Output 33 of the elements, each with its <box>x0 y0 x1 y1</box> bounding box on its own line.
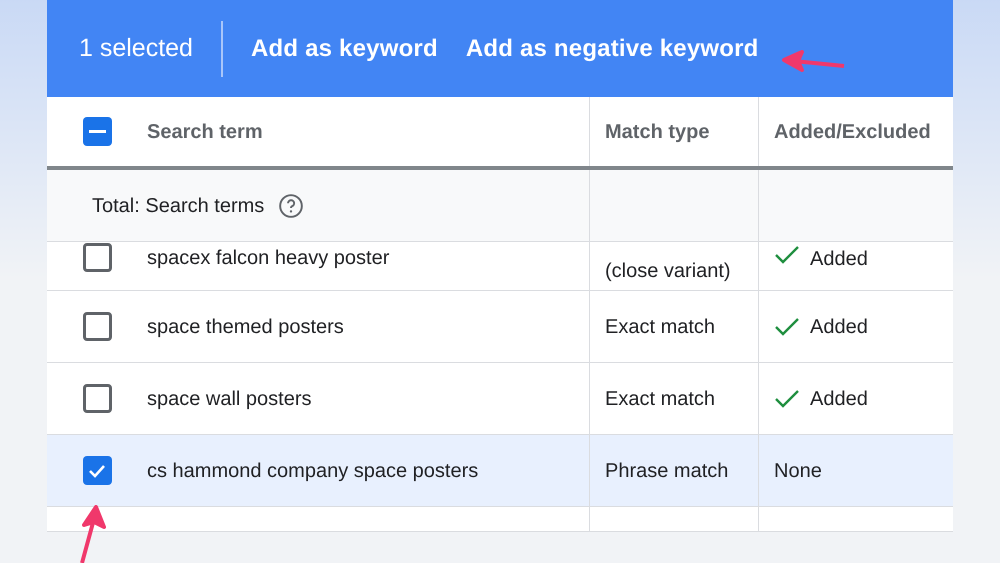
pointer-arrow <box>780 50 846 74</box>
column-header[interactable]: Search term <box>147 116 263 146</box>
match-type: Exact match <box>605 314 716 340</box>
table-row[interactable]: space wall posters Exact match Added <box>47 363 953 435</box>
match-type: (close variant) <box>605 259 731 284</box>
match-type: Phrase match <box>605 458 728 484</box>
status-text: Added <box>810 314 868 340</box>
action-button[interactable]: Add as negative keyword <box>466 30 759 66</box>
column-header[interactable]: Match type <box>605 116 710 146</box>
action-button[interactable]: Add as keyword <box>250 30 438 66</box>
status-text: None <box>774 458 822 484</box>
select-all-checkbox[interactable] <box>82 117 112 146</box>
check-icon <box>774 388 800 410</box>
check-icon <box>774 316 800 338</box>
table-row[interactable]: cs hammond company space posters Phrase match None <box>47 435 953 507</box>
total-label: Total: Search terms <box>92 194 264 218</box>
checkbox[interactable] <box>82 456 112 485</box>
checkbox[interactable] <box>82 384 112 413</box>
help-icon[interactable] <box>278 192 304 218</box>
search-term: space themed posters <box>147 314 344 340</box>
search-term: spacex falcon heavy poster <box>147 246 390 271</box>
checkbox[interactable] <box>82 312 112 341</box>
table-row[interactable]: spacex falcon heavy poster (close variant) Added <box>47 242 953 291</box>
search-term: space wall posters <box>147 386 312 412</box>
column-header[interactable]: Added/Excluded <box>774 116 931 146</box>
selection-count: 1 selected <box>79 32 194 64</box>
check-icon <box>774 244 800 266</box>
status-text: Added <box>810 386 868 412</box>
match-type: Exact match <box>605 386 716 412</box>
search-term: cs hammond company space posters <box>147 458 478 484</box>
status-text: Added <box>810 247 868 272</box>
checkbox[interactable] <box>82 243 112 272</box>
table-row[interactable]: space themed posters Exact match Added <box>47 291 953 363</box>
